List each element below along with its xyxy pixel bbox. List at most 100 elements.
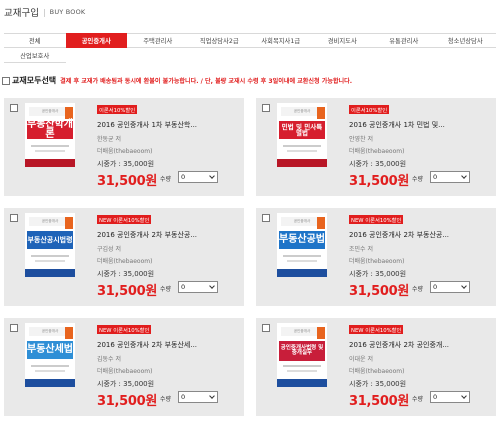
product-author: 구김성 저 bbox=[97, 246, 121, 253]
product-title[interactable]: 2016 공인중개사 1차 민법 및... bbox=[349, 120, 445, 130]
quantity-label: 수량 bbox=[160, 286, 172, 293]
product-checkbox[interactable] bbox=[262, 104, 270, 112]
product-title[interactable]: 2016 공인중개사 2차 부동산세... bbox=[97, 340, 197, 350]
title-separator: | bbox=[42, 7, 46, 17]
quantity-select[interactable]: 0 bbox=[178, 281, 218, 293]
product-title[interactable]: 2016 공인중개사 2차 부동산공... bbox=[97, 230, 197, 240]
sale-price: 31,500원 bbox=[97, 394, 158, 409]
cover-footer bbox=[25, 379, 75, 387]
product-author: 이대운 저 bbox=[349, 356, 373, 363]
page-subtitle: BUY BOOK bbox=[49, 8, 86, 16]
cover-line bbox=[283, 145, 321, 147]
notice-bar: 교재모두선택 결제 후 교재가 배송됨과 동시에 환불이 불가능합니다. / 단… bbox=[2, 75, 352, 86]
book-cover[interactable]: 공인중개사 부동산학개론 bbox=[25, 103, 75, 167]
select-all-checkbox[interactable] bbox=[2, 76, 10, 85]
book-cover[interactable]: 공인중개사 부동산세법 bbox=[25, 323, 75, 387]
cover-ribbon bbox=[65, 327, 73, 339]
product-card: 공인중개사 공인중개사법령 및 중개실무 NEW 이론서10%할인 2016 공… bbox=[256, 318, 496, 416]
book-cover[interactable]: 공인중개사 부동산공법 bbox=[277, 213, 327, 277]
tab-youth-counselor[interactable]: 청소년상담사 bbox=[434, 33, 496, 48]
quantity-value: 0 bbox=[181, 173, 186, 181]
cover-header-text: 공인중개사 bbox=[293, 109, 311, 113]
product-checkbox[interactable] bbox=[262, 324, 270, 332]
quantity-value: 0 bbox=[433, 283, 438, 291]
tab-social-worker[interactable]: 사회복지사1급 bbox=[250, 33, 312, 48]
list-price: 시중가 : 35,000원 bbox=[349, 380, 407, 388]
discount-badge: NEW 이론서10%할인 bbox=[97, 215, 152, 224]
tab-all[interactable]: 전체 bbox=[4, 33, 66, 48]
cover-header-text: 공인중개사 bbox=[41, 219, 59, 223]
tab-industrial-security[interactable]: 산업보호사 bbox=[4, 48, 66, 63]
quantity-select[interactable]: 0 bbox=[430, 391, 470, 403]
category-tabs: 전체 공인중개사 주택관리사 직업상담사2급 사회복지사1급 경비지도사 유통관… bbox=[4, 33, 496, 63]
quantity-select[interactable]: 0 bbox=[430, 281, 470, 293]
cover-footer bbox=[25, 269, 75, 277]
discount-badge: 이론서10%할인 bbox=[97, 105, 138, 114]
cover-footer bbox=[277, 379, 327, 387]
cover-line bbox=[283, 255, 321, 257]
product-checkbox[interactable] bbox=[262, 214, 270, 222]
tab-row-2: 산업보호사 bbox=[4, 48, 496, 63]
product-publisher: 더배움(thebaeoom) bbox=[349, 368, 405, 375]
cover-ribbon bbox=[65, 217, 73, 229]
list-price: 시중가 : 35,000원 bbox=[349, 270, 407, 278]
cover-line bbox=[31, 255, 69, 257]
list-price: 시중가 : 35,000원 bbox=[97, 160, 155, 168]
discount-badge: NEW 이론서10%할인 bbox=[97, 325, 152, 334]
cover-header-text: 공인중개사 bbox=[41, 329, 59, 333]
quantity-select[interactable]: 0 bbox=[178, 171, 218, 183]
cover-title: 부동산세법 bbox=[27, 341, 73, 359]
product-title[interactable]: 2016 공인중개사 2차 부동산공... bbox=[349, 230, 449, 240]
product-author: 한동균 저 bbox=[97, 136, 121, 143]
tab-housing-manager[interactable]: 주택관리사 bbox=[127, 33, 189, 48]
product-checkbox[interactable] bbox=[10, 214, 18, 222]
cover-ribbon bbox=[317, 217, 325, 229]
product-card: 공인중개사 부동산공시법령 NEW 이론서10%할인 2016 공인중개사 2차… bbox=[4, 208, 244, 306]
cover-title: 공인중개사법령 및 중개실무 bbox=[279, 341, 325, 361]
tab-distribution-manager[interactable]: 유통관리사 bbox=[373, 33, 435, 48]
chevron-down-icon bbox=[461, 173, 467, 179]
sale-price: 31,500원 bbox=[97, 174, 158, 189]
quantity-select[interactable]: 0 bbox=[178, 391, 218, 403]
cover-line bbox=[31, 145, 69, 147]
product-checkbox[interactable] bbox=[10, 104, 18, 112]
sale-price: 31,500원 bbox=[97, 284, 158, 299]
chevron-down-icon bbox=[209, 393, 215, 399]
book-cover[interactable]: 공인중개사 민법 및 민사특별법 bbox=[277, 103, 327, 167]
cover-footer bbox=[277, 159, 327, 167]
discount-badge: 이론서10%할인 bbox=[349, 105, 390, 114]
cover-line bbox=[287, 150, 317, 152]
product-publisher: 더배움(thebaeoom) bbox=[97, 258, 153, 265]
sale-price: 31,500원 bbox=[349, 394, 410, 409]
cover-line bbox=[35, 260, 65, 262]
book-cover[interactable]: 공인중개사 공인중개사법령 및 중개실무 bbox=[277, 323, 327, 387]
cover-title: 부동산공시법령 bbox=[27, 231, 73, 249]
product-card: 공인중개사 부동산세법 NEW 이론서10%할인 2016 공인중개사 2차 부… bbox=[4, 318, 244, 416]
cover-header-text: 공인중개사 bbox=[41, 109, 59, 113]
product-title[interactable]: 2016 공인중개사 2차 공인중개... bbox=[349, 340, 449, 350]
book-cover[interactable]: 공인중개사 부동산공시법령 bbox=[25, 213, 75, 277]
product-publisher: 더배움(thebaeoom) bbox=[97, 368, 153, 375]
page-title: 교재구입 bbox=[4, 8, 39, 19]
tab-realtor[interactable]: 공인중개사 bbox=[65, 33, 127, 48]
quantity-value: 0 bbox=[433, 393, 438, 401]
sale-price: 31,500원 bbox=[349, 174, 410, 189]
quantity-label: 수량 bbox=[412, 286, 424, 293]
quantity-select[interactable]: 0 bbox=[430, 171, 470, 183]
product-author: 안영찬 저 bbox=[349, 136, 373, 143]
discount-badge: NEW 이론서10%할인 bbox=[349, 215, 404, 224]
product-checkbox[interactable] bbox=[10, 324, 18, 332]
cover-ribbon bbox=[317, 107, 325, 119]
list-price: 시중가 : 35,000원 bbox=[97, 380, 155, 388]
product-author: 김동수 저 bbox=[97, 356, 121, 363]
product-title[interactable]: 2016 공인중개사 1차 부동산학... bbox=[97, 120, 197, 130]
cover-title: 부동산공법 bbox=[279, 231, 325, 249]
tab-career-counselor[interactable]: 직업상담사2급 bbox=[188, 33, 250, 48]
tab-security-guide[interactable]: 경비지도사 bbox=[311, 33, 373, 48]
chevron-down-icon bbox=[209, 283, 215, 289]
cover-ribbon bbox=[65, 107, 73, 119]
select-all-label[interactable]: 교재모두선택 bbox=[12, 75, 56, 86]
product-card: 공인중개사 부동산공법 NEW 이론서10%할인 2016 공인중개사 2차 부… bbox=[256, 208, 496, 306]
quantity-value: 0 bbox=[433, 173, 438, 181]
product-publisher: 더배움(thebaeoom) bbox=[97, 148, 153, 155]
